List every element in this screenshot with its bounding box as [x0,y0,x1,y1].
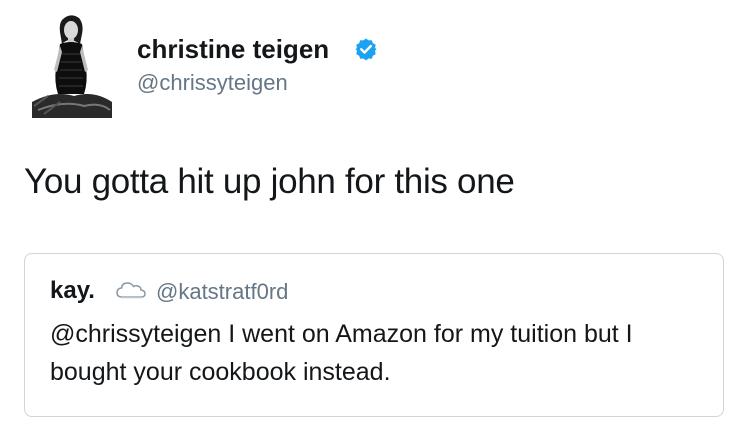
quoted-display-name: kay. [50,277,95,304]
profile-photo [24,10,116,118]
verified-badge-icon [355,38,377,61]
quoted-handle: @katstratf0rd [156,279,289,304]
cloud-icon [116,282,146,299]
quoted-tweet-card[interactable]: kay. @katstratf0rd @chrissyteigen I went… [24,253,724,417]
handle[interactable]: @chrissyteigen [137,69,288,97]
tweet-text: You gotta hit up john for this one [24,162,515,201]
avatar[interactable] [24,10,116,118]
quoted-tweet-text: @chrissyteigen I went on Amazon for my t… [50,320,633,386]
display-name[interactable]: christine teigen [137,33,329,65]
